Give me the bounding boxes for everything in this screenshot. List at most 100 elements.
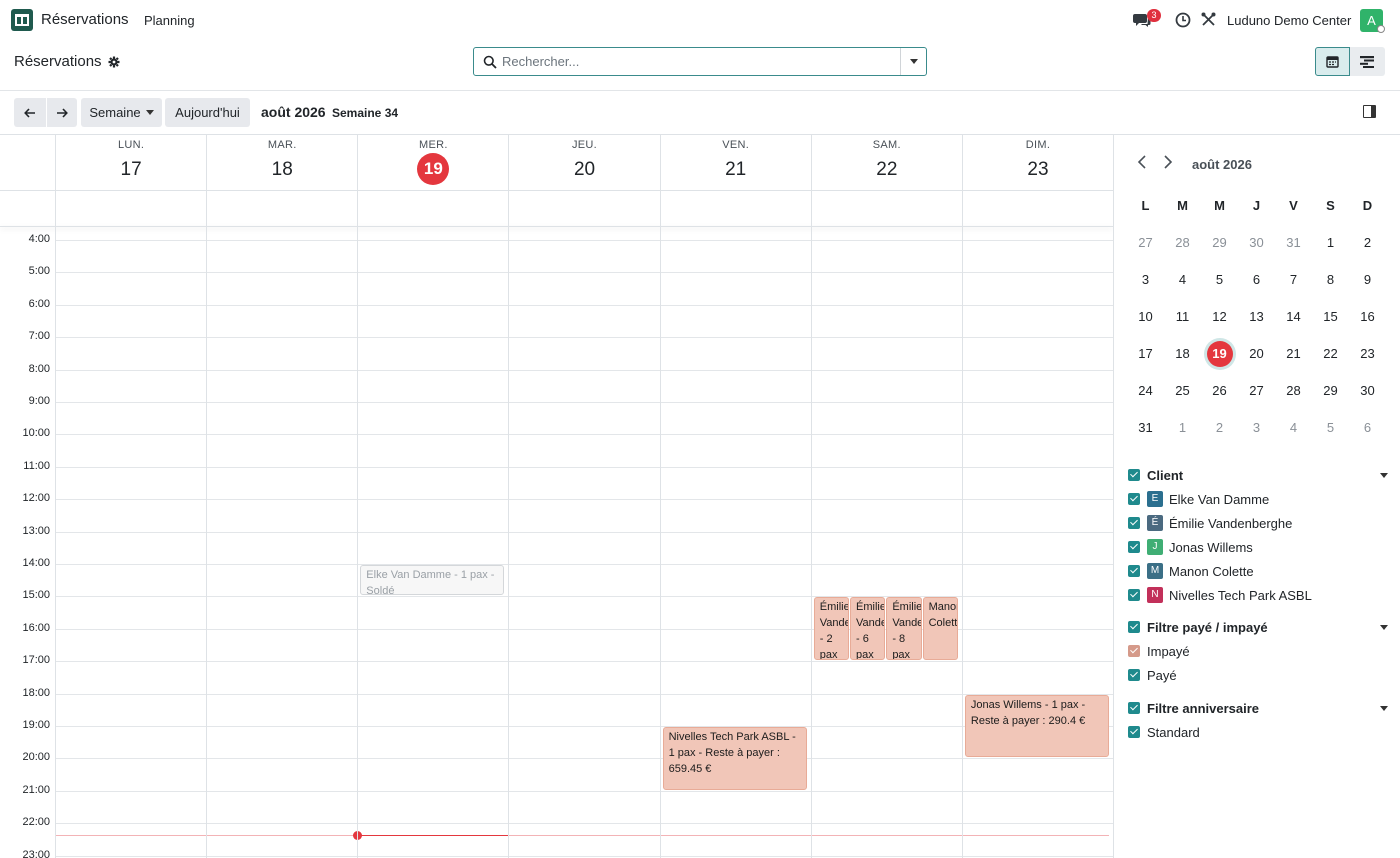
day-header[interactable]: JEU. 20 xyxy=(508,135,659,190)
checkbox-checked-icon[interactable] xyxy=(1128,517,1140,529)
mini-calendar-day[interactable]: 3 xyxy=(1127,261,1164,298)
mini-calendar-day[interactable]: 6 xyxy=(1238,261,1275,298)
day-header[interactable]: LUN. 17 xyxy=(55,135,206,190)
mini-calendar-day[interactable]: 24 xyxy=(1127,372,1164,409)
mini-calendar-day[interactable]: 16 xyxy=(1349,298,1386,335)
calendar-event[interactable]: Jonas Willems - 1 pax - Reste à payer : … xyxy=(964,694,1110,758)
mini-calendar-day[interactable]: 12 xyxy=(1201,298,1238,335)
mini-calendar-day[interactable]: 27 xyxy=(1238,372,1275,409)
search-options-dropdown[interactable] xyxy=(900,48,926,75)
mini-calendar-day[interactable]: 9 xyxy=(1349,261,1386,298)
day-header[interactable]: MER. 19 xyxy=(357,135,508,190)
checkbox-checked-icon[interactable] xyxy=(1128,702,1140,714)
calendar-event[interactable]: Émilie Vandenberghe - 8 pax - Reste à pa… xyxy=(886,597,922,661)
mini-calendar-day[interactable]: 30 xyxy=(1238,224,1275,261)
mini-calendar-prev-icon[interactable] xyxy=(1137,155,1147,169)
mini-calendar-day[interactable]: 28 xyxy=(1275,372,1312,409)
app-title[interactable]: Réservations xyxy=(41,11,129,28)
mini-calendar-day[interactable]: 18 xyxy=(1164,335,1201,372)
filter-item[interactable]: Payé xyxy=(1128,663,1388,687)
sidebar-toggle-icon[interactable] xyxy=(1363,105,1376,118)
filter-item[interactable]: Impayé xyxy=(1128,639,1388,663)
checkbox-checked-icon[interactable] xyxy=(1128,669,1140,681)
mini-calendar-day[interactable]: 6 xyxy=(1349,409,1386,446)
filter-item[interactable]: M Manon Colette xyxy=(1128,559,1388,583)
mini-calendar-day[interactable]: 2 xyxy=(1349,224,1386,261)
calendar-event[interactable]: Émilie Vandenberghe - 6 pax - Reste à pa… xyxy=(850,597,886,661)
day-header[interactable]: VEN. 21 xyxy=(659,135,811,190)
mini-calendar-day[interactable]: 7 xyxy=(1275,261,1312,298)
filter-item[interactable]: Standard xyxy=(1128,720,1388,744)
filter-item[interactable]: E Elke Van Damme xyxy=(1128,487,1388,511)
previous-period-button[interactable] xyxy=(14,98,46,127)
day-header[interactable]: DIM. 23 xyxy=(961,135,1113,190)
mini-calendar-day[interactable]: 14 xyxy=(1275,298,1312,335)
gear-icon[interactable] xyxy=(108,56,120,68)
calendar-event[interactable]: Émilie Vandenberghe - 2 pax - Reste à pa… xyxy=(813,597,850,661)
next-period-button[interactable] xyxy=(46,98,77,127)
day-header[interactable]: SAM. 22 xyxy=(810,135,962,190)
checkbox-checked-icon[interactable] xyxy=(1128,469,1140,481)
mini-calendar-day[interactable]: 29 xyxy=(1312,372,1349,409)
calendar-event[interactable]: Manon Colette xyxy=(922,597,958,661)
mini-calendar-day[interactable]: 23 xyxy=(1349,335,1386,372)
checkbox-checked-icon[interactable] xyxy=(1128,493,1140,505)
checkbox-checked-icon[interactable] xyxy=(1128,565,1140,577)
list-view-button[interactable] xyxy=(1350,47,1385,76)
mini-calendar-day[interactable]: 31 xyxy=(1275,224,1312,261)
mini-calendar-day[interactable]: 1 xyxy=(1164,409,1201,446)
company-switcher[interactable]: Luduno Demo Center xyxy=(1227,13,1351,28)
time-grid[interactable]: 4:00 5:00 6:00 7:00 8:00 9:00 10:00 11:00 12:00 1… xyxy=(0,227,1113,858)
mini-calendar-day[interactable]: 4 xyxy=(1164,261,1201,298)
mini-calendar-day[interactable]: 2 xyxy=(1201,409,1238,446)
mini-calendar-day[interactable]: 5 xyxy=(1201,261,1238,298)
mini-calendar-day[interactable]: 13 xyxy=(1238,298,1275,335)
checkbox-checked-icon[interactable] xyxy=(1128,726,1140,738)
mini-calendar-day[interactable]: 3 xyxy=(1238,409,1275,446)
checkbox-checked-icon[interactable] xyxy=(1128,589,1140,601)
app-menu-icon[interactable] xyxy=(11,9,33,31)
filter-item[interactable]: É Émilie Vandenberghe xyxy=(1128,511,1388,535)
clock-icon[interactable] xyxy=(1175,12,1191,28)
mini-calendar-day[interactable]: 11 xyxy=(1164,298,1201,335)
mini-calendar-day[interactable]: 25 xyxy=(1164,372,1201,409)
filter-header[interactable]: Filtre anniversaire xyxy=(1128,696,1388,720)
mini-calendar-day[interactable]: 29 xyxy=(1201,224,1238,261)
mini-calendar-day[interactable]: 4 xyxy=(1275,409,1312,446)
checkbox-checked-icon[interactable] xyxy=(1128,541,1140,553)
filter-item[interactable]: N Nivelles Tech Park ASBL xyxy=(1128,583,1388,607)
collapse-caret-icon[interactable] xyxy=(1380,705,1388,711)
calendar-event[interactable]: Elke Van Damme - 1 pax - Soldé xyxy=(360,564,505,596)
mini-calendar-day[interactable]: 21 xyxy=(1275,335,1312,372)
filter-item[interactable]: J Jonas Willems xyxy=(1128,535,1388,559)
search-input[interactable] xyxy=(502,50,902,73)
filter-header[interactable]: Client xyxy=(1128,463,1388,487)
mini-calendar-day[interactable]: 28 xyxy=(1164,224,1201,261)
collapse-caret-icon[interactable] xyxy=(1380,624,1388,630)
mini-calendar-day[interactable]: 1 xyxy=(1312,224,1349,261)
day-header[interactable]: MAR. 18 xyxy=(206,135,357,190)
checkbox-checked-icon[interactable] xyxy=(1128,645,1140,657)
collapse-caret-icon[interactable] xyxy=(1380,472,1388,478)
mini-calendar-day[interactable]: 15 xyxy=(1312,298,1349,335)
calendar-event[interactable]: Nivelles Tech Park ASBL - 1 pax - Reste … xyxy=(662,726,807,790)
mini-calendar-day[interactable]: 30 xyxy=(1349,372,1386,409)
mini-calendar-day[interactable]: 17 xyxy=(1127,335,1164,372)
mini-calendar-day[interactable]: 31 xyxy=(1127,409,1164,446)
mini-calendar-day[interactable]: 26 xyxy=(1201,372,1238,409)
filter-header[interactable]: Filtre payé / impayé xyxy=(1128,615,1388,639)
mini-calendar-day[interactable]: 20 xyxy=(1238,335,1275,372)
mini-calendar-day[interactable]: 27 xyxy=(1127,224,1164,261)
checkbox-checked-icon[interactable] xyxy=(1128,621,1140,633)
mini-calendar-next-icon[interactable] xyxy=(1163,155,1173,169)
today-button[interactable]: Aujourd'hui xyxy=(165,98,250,127)
tools-icon[interactable] xyxy=(1201,12,1216,27)
mini-calendar-today[interactable]: 19 xyxy=(1201,335,1238,372)
mini-calendar-day[interactable]: 10 xyxy=(1127,298,1164,335)
mini-calendar-day[interactable]: 5 xyxy=(1312,409,1349,446)
calendar-view-button[interactable] xyxy=(1315,47,1350,76)
mini-calendar-day[interactable]: 8 xyxy=(1312,261,1349,298)
menu-planning[interactable]: Planning xyxy=(144,13,195,28)
scale-dropdown[interactable]: Semaine xyxy=(81,98,162,127)
mini-calendar-day[interactable]: 22 xyxy=(1312,335,1349,372)
